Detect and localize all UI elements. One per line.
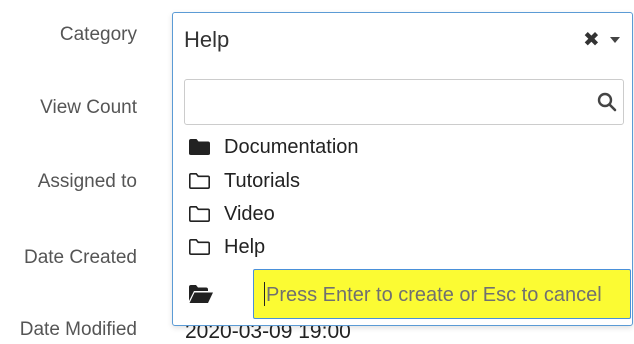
assigned-to-label: Assigned to (37, 171, 137, 192)
clear-icon[interactable]: ✖ (583, 28, 600, 52)
category-search-field[interactable] (184, 79, 624, 125)
date-modified-label: Date Modified (19, 319, 137, 340)
option-label: Tutorials (224, 170, 300, 192)
category-select[interactable]: Help ✖ Documentation Tutorials Video Hel… (172, 12, 633, 326)
view-count-label: View Count (40, 97, 137, 118)
option-help[interactable]: Help (188, 234, 265, 260)
option-label: Documentation (224, 136, 359, 158)
create-category-field[interactable] (253, 269, 631, 319)
create-category-input[interactable] (264, 278, 626, 312)
category-label: Category (59, 24, 137, 45)
date-created-label: Date Created (23, 247, 137, 268)
chevron-down-icon[interactable] (610, 37, 620, 43)
category-select-header[interactable]: Help ✖ (173, 13, 632, 65)
category-search-input[interactable] (191, 86, 585, 120)
option-tutorials[interactable]: Tutorials (188, 168, 300, 194)
category-selected-value: Help (184, 27, 230, 52)
option-video[interactable]: Video (188, 201, 275, 227)
folder-outline-icon (189, 239, 210, 255)
folder-outline-icon (189, 206, 210, 222)
search-icon (597, 92, 617, 112)
folder-outline-icon (189, 173, 210, 189)
folder-open-icon (189, 285, 213, 303)
option-documentation[interactable]: Documentation (188, 134, 359, 160)
option-label: Video (224, 203, 275, 225)
option-label: Help (224, 236, 266, 258)
folder-solid-icon (189, 139, 210, 155)
text-cursor (264, 282, 265, 306)
